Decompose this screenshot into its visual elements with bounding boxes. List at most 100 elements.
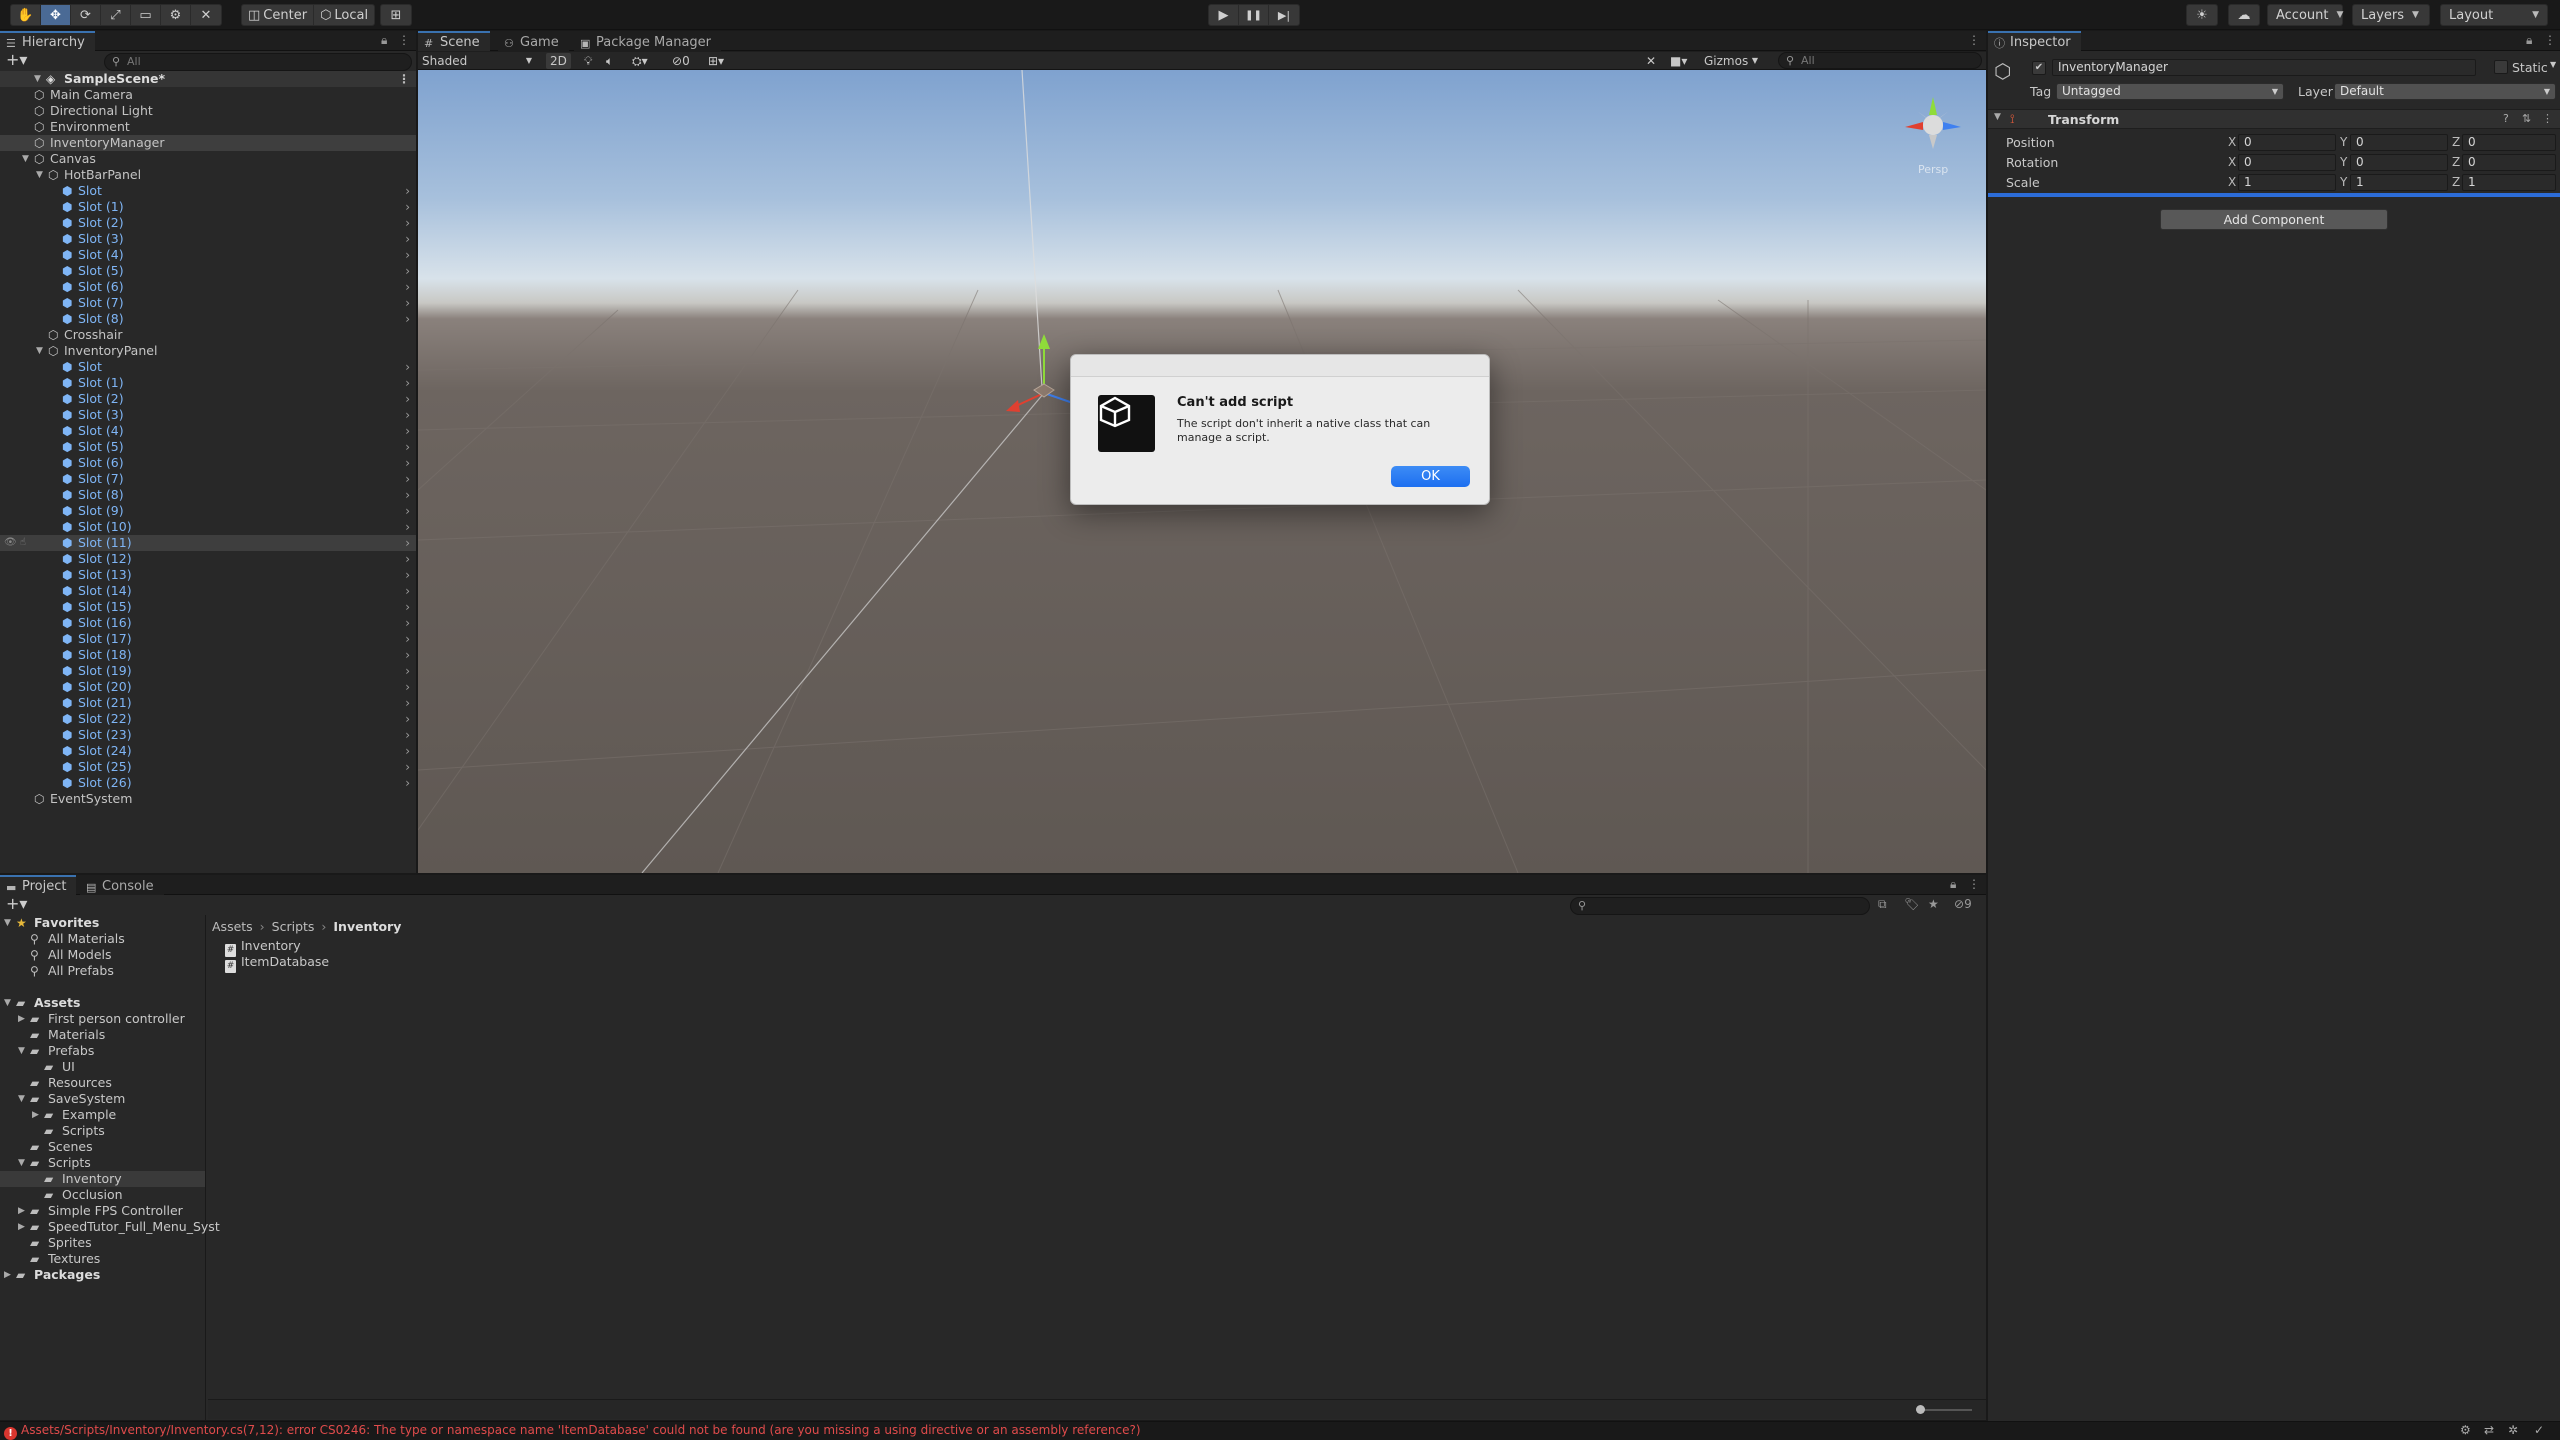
folder-item[interactable]: ▰ Materials: [0, 1027, 205, 1043]
hierarchy-prefab-row[interactable]: ⬢ Slot (25) ›: [0, 759, 416, 775]
folder-item[interactable]: ▼ ▰ Scripts: [0, 1155, 205, 1171]
collapse-arrow-icon[interactable]: ▶: [18, 1219, 25, 1235]
chevron-right-icon[interactable]: ›: [405, 615, 410, 631]
custom-tool-icon[interactable]: ✕: [191, 5, 221, 25]
position-y-field[interactable]: 0: [2350, 134, 2448, 151]
chevron-right-icon[interactable]: ›: [405, 551, 410, 567]
scale-y-field[interactable]: 1: [2350, 174, 2448, 191]
hierarchy-prefab-row[interactable]: ⬢ Slot (17) ›: [0, 631, 416, 647]
chevron-right-icon[interactable]: ›: [405, 727, 410, 743]
expand-arrow-icon[interactable]: ▼: [4, 995, 11, 1011]
expand-arrow-icon[interactable]: ▼: [4, 915, 11, 931]
pause-button[interactable]: ❚❚: [1239, 5, 1269, 25]
chevron-right-icon[interactable]: ›: [405, 647, 410, 663]
hierarchy-prefab-row[interactable]: ⬢ Slot (2) ›: [0, 391, 416, 407]
folder-item[interactable]: ▼ ▰ Prefabs: [0, 1043, 205, 1059]
rotation-x-field[interactable]: 0: [2238, 154, 2336, 171]
hierarchy-prefab-row[interactable]: ⬢ Slot (15) ›: [0, 599, 416, 615]
filter-label-icon[interactable]: 🏷︎: [1904, 897, 1919, 911]
check-icon[interactable]: ✓: [2534, 1423, 2544, 1437]
chevron-right-icon[interactable]: ›: [405, 519, 410, 535]
hierarchy-prefab-row[interactable]: ⬢ Slot (8) ›: [0, 311, 416, 327]
hierarchy-prefab-row[interactable]: ⬢ Slot (21) ›: [0, 695, 416, 711]
hierarchy-item-row[interactable]: ⬡ InventoryManager: [0, 135, 416, 151]
folder-item[interactable]: ▶ ▰ SpeedTutor_Full_Menu_Syst: [0, 1219, 220, 1235]
folder-item[interactable]: ▰ Textures: [0, 1251, 205, 1267]
visibility-icon[interactable]: 👁︎ ☝︎: [4, 535, 26, 551]
hierarchy-prefab-row[interactable]: ⬢ Slot (4) ›: [0, 423, 416, 439]
hierarchy-prefab-row[interactable]: ⬢ Slot (7) ›: [0, 295, 416, 311]
add-component-button[interactable]: Add Component: [2160, 209, 2388, 230]
tools-icon[interactable]: ✕: [1646, 53, 1656, 69]
debug-icon[interactable]: ✲: [2508, 1423, 2518, 1437]
position-x-field[interactable]: 0: [2238, 134, 2336, 151]
hierarchy-search-input[interactable]: ⚲ All: [104, 53, 412, 71]
chevron-right-icon[interactable]: ›: [405, 503, 410, 519]
hidden-objects-toggle[interactable]: ⊘0: [672, 53, 690, 69]
tab-project[interactable]: ▬ Project: [0, 875, 77, 895]
favorite-item[interactable]: ⚲ All Prefabs: [0, 963, 205, 979]
pivot-local-button[interactable]: ⬡ Local: [314, 5, 374, 25]
breadcrumb-scripts[interactable]: Scripts: [272, 919, 315, 934]
expand-arrow-icon[interactable]: ▼: [18, 1155, 25, 1171]
tab-game[interactable]: ⚇ Game: [498, 31, 569, 51]
create-asset-button[interactable]: +▾: [6, 894, 27, 913]
tab-console[interactable]: ▤ Console: [80, 875, 164, 895]
expand-arrow-icon[interactable]: ▼: [18, 1043, 25, 1059]
chevron-right-icon[interactable]: ›: [405, 263, 410, 279]
hierarchy-prefab-row[interactable]: ⬢ Slot (14) ›: [0, 583, 416, 599]
chevron-right-icon[interactable]: ›: [405, 631, 410, 647]
step-button[interactable]: ▶|: [1269, 5, 1299, 25]
grid-toggle-icon[interactable]: ⊞▾: [708, 53, 724, 69]
transform-tool-icon[interactable]: ⚙: [161, 5, 191, 25]
hierarchy-prefab-row[interactable]: ⬢ Slot (20) ›: [0, 679, 416, 695]
breadcrumb-assets[interactable]: Assets: [212, 919, 253, 934]
scene-search-input[interactable]: ⚲ All: [1778, 52, 1982, 69]
chevron-right-icon[interactable]: ›: [405, 743, 410, 759]
shading-mode-dropdown[interactable]: Shaded ▼: [422, 53, 534, 69]
hierarchy-prefab-row[interactable]: ⬢ Slot (12) ›: [0, 551, 416, 567]
object-name-field[interactable]: InventoryManager: [2052, 59, 2476, 76]
chevron-right-icon[interactable]: ›: [405, 407, 410, 423]
favorite-item[interactable]: ⚲ All Materials: [0, 931, 205, 947]
hierarchy-prefab-row[interactable]: ⬢ Slot (5) ›: [0, 439, 416, 455]
favorite-item[interactable]: ⚲ All Models: [0, 947, 205, 963]
hierarchy-prefab-row[interactable]: ⬢ Slot ›: [0, 183, 416, 199]
layout-dropdown[interactable]: Layout ▼: [2440, 4, 2548, 26]
chevron-right-icon[interactable]: ›: [405, 423, 410, 439]
chevron-right-icon[interactable]: ›: [405, 359, 410, 375]
active-checkbox[interactable]: ✔: [2032, 61, 2046, 75]
hierarchy-item-row[interactable]: ▼ ⬡ Canvas: [0, 151, 416, 167]
grid-snap-icon[interactable]: ⊞: [381, 5, 411, 25]
chevron-right-icon[interactable]: ›: [405, 775, 410, 791]
file-itemdatabase[interactable]: # ItemDatabase: [225, 954, 329, 973]
rotate-tool-icon[interactable]: ⟳: [71, 5, 101, 25]
folder-item[interactable]: ▰ Occlusion: [0, 1187, 205, 1203]
hierarchy-item-row[interactable]: ⬡ Directional Light: [0, 103, 416, 119]
chevron-right-icon[interactable]: ›: [405, 311, 410, 327]
hierarchy-prefab-row[interactable]: ⬢ Slot (19) ›: [0, 663, 416, 679]
folder-item[interactable]: ▰ Sprites: [0, 1235, 205, 1251]
breadcrumb-inventory[interactable]: Inventory: [333, 919, 401, 934]
tab-scene[interactable]: # Scene: [418, 31, 490, 51]
caret-down-icon[interactable]: ▼: [2550, 60, 2556, 69]
hierarchy-prefab-row[interactable]: ⬢ Slot (10) ›: [0, 519, 416, 535]
folder-item[interactable]: ▰ UI: [0, 1059, 205, 1075]
chevron-right-icon[interactable]: ›: [405, 215, 410, 231]
lock-icon[interactable]: 🔒︎: [2526, 33, 2532, 48]
hierarchy-prefab-row[interactable]: ⬢ Slot (4) ›: [0, 247, 416, 263]
chevron-right-icon[interactable]: ›: [405, 567, 410, 583]
sun-icon[interactable]: ☀: [2187, 5, 2217, 25]
hierarchy-item-row[interactable]: ⬡ Main Camera: [0, 87, 416, 103]
lighting-icon[interactable]: 💡︎: [584, 53, 592, 69]
chevron-right-icon[interactable]: ›: [405, 663, 410, 679]
console-error-message[interactable]: ! Assets/Scripts/Inventory/Inventory.cs(7…: [4, 1423, 1141, 1440]
help-icon[interactable]: ?: [2503, 112, 2509, 125]
hierarchy-prefab-row[interactable]: ⬢ Slot (1) ›: [0, 375, 416, 391]
hierarchy-prefab-row[interactable]: ⬢ Slot (26) ›: [0, 775, 416, 791]
audio-icon[interactable]: 🔈︎: [606, 53, 613, 69]
chevron-right-icon[interactable]: ›: [405, 487, 410, 503]
chevron-right-icon[interactable]: ›: [405, 471, 410, 487]
chevron-right-icon[interactable]: ›: [405, 679, 410, 695]
hierarchy-prefab-row[interactable]: ⬢ Slot (1) ›: [0, 199, 416, 215]
